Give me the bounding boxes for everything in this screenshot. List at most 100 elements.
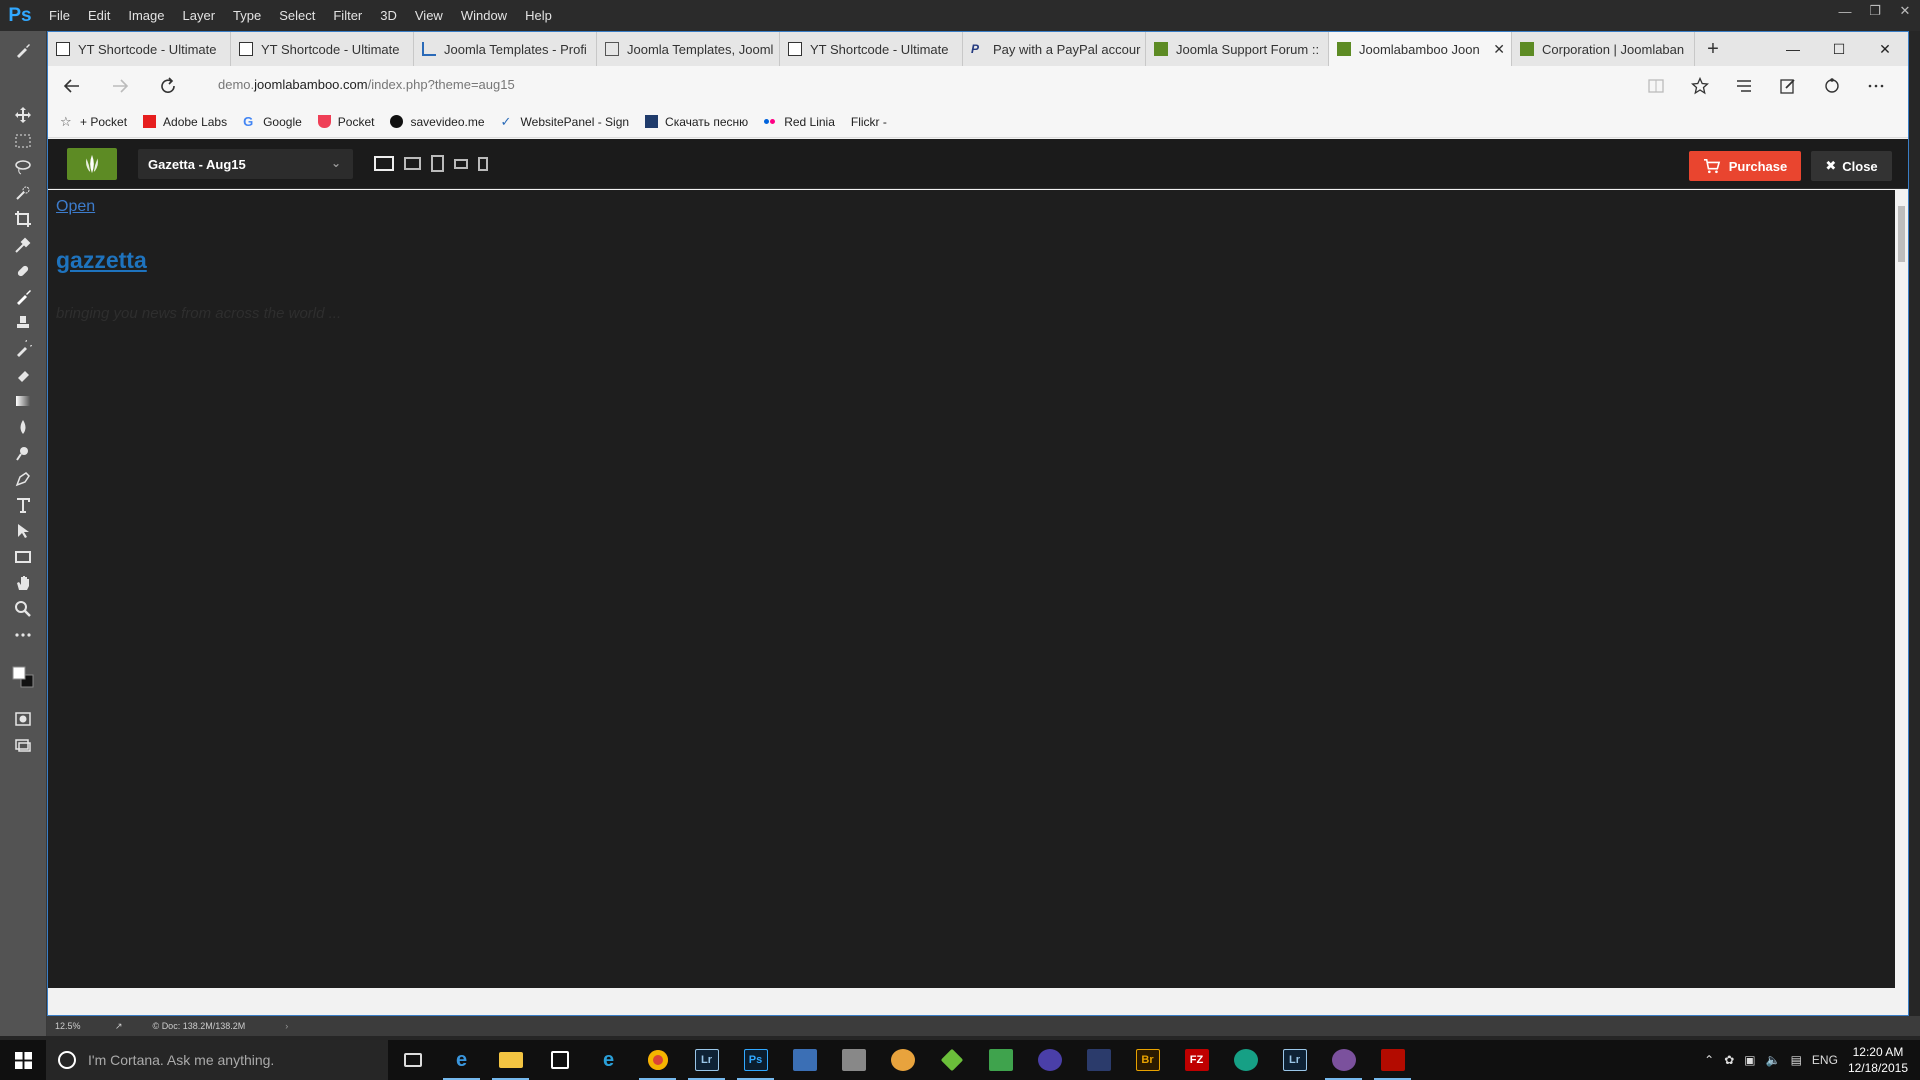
taskbar-lightroom-2[interactable]: Lr (1270, 1040, 1319, 1080)
favorite-savevideo[interactable]: savevideo.me (390, 115, 485, 129)
taskbar-photoshop[interactable]: Ps (731, 1040, 780, 1080)
favorite-flickr[interactable]: Flickr - (851, 115, 887, 129)
hand-tool-icon[interactable] (11, 572, 35, 594)
zoom-tool-icon[interactable] (11, 598, 35, 620)
brush-tool-icon[interactable] (11, 286, 35, 308)
task-view-button[interactable] (388, 1040, 437, 1080)
browser-tab[interactable]: Joomla Support Forum :: (1146, 32, 1329, 66)
taskbar-app[interactable] (780, 1040, 829, 1080)
taskbar-file-explorer[interactable] (486, 1040, 535, 1080)
taskbar-app[interactable] (829, 1040, 878, 1080)
scrollbar-thumb[interactable] (1898, 206, 1905, 262)
address-bar[interactable]: demo.joomlabamboo.com/index.php?theme=au… (218, 77, 515, 92)
favorite-red-linia[interactable]: Red Linia (764, 115, 835, 129)
browser-tab[interactable]: Joomla Templates - Profi (414, 32, 597, 66)
taskbar-edge[interactable]: e (437, 1040, 486, 1080)
menu-file[interactable]: File (40, 8, 79, 23)
taskbar-app[interactable] (1025, 1040, 1074, 1080)
menu-edit[interactable]: Edit (79, 8, 119, 23)
dodge-tool-icon[interactable] (11, 442, 35, 464)
network-icon[interactable]: ▣ (1744, 1053, 1755, 1067)
browser-tab[interactable]: YT Shortcode - Ultimate (780, 32, 963, 66)
menu-3d[interactable]: 3D (371, 8, 406, 23)
taskbar-viber[interactable] (1319, 1040, 1368, 1080)
taskbar-app[interactable] (1074, 1040, 1123, 1080)
tablet-portrait-icon[interactable] (431, 155, 444, 172)
path-selection-tool-icon[interactable] (11, 520, 35, 542)
pen-tool-icon[interactable] (11, 468, 35, 490)
quick-select-tool-icon[interactable] (11, 182, 35, 204)
cortana-search-box[interactable]: I'm Cortana. Ask me anything. (46, 1040, 388, 1080)
share-button[interactable] (1810, 66, 1854, 106)
forward-button[interactable] (96, 66, 144, 106)
clock[interactable]: 12:20 AM 12/18/2015 (1848, 1044, 1908, 1076)
taskbar-lightroom[interactable]: Lr (682, 1040, 731, 1080)
close-icon[interactable]: ✕ (1862, 32, 1908, 66)
phone-view-icon[interactable] (478, 156, 488, 171)
chevron-right-icon[interactable]: › (285, 1021, 288, 1031)
move-tool-icon[interactable] (11, 104, 35, 126)
favorite-adobe-labs[interactable]: Adobe Labs (143, 115, 227, 129)
laptop-view-icon[interactable] (404, 157, 421, 170)
menu-help[interactable]: Help (516, 8, 561, 23)
eyedropper-tool-icon[interactable] (11, 234, 35, 256)
color-swatches-icon[interactable] (11, 659, 35, 697)
taskbar-app[interactable] (878, 1040, 927, 1080)
taskbar-store[interactable] (535, 1040, 584, 1080)
menu-filter[interactable]: Filter (324, 8, 371, 23)
browser-tab[interactable]: Joomla Templates, Jooml (597, 32, 780, 66)
vertical-scrollbar[interactable] (1895, 190, 1908, 988)
screen-mode-icon[interactable] (11, 734, 35, 756)
menu-type[interactable]: Type (224, 8, 270, 23)
web-note-button[interactable] (1766, 66, 1810, 106)
gradient-tool-icon[interactable] (11, 390, 35, 412)
stamp-tool-icon[interactable] (11, 312, 35, 334)
lasso-tool-icon[interactable] (11, 156, 35, 178)
export-icon[interactable]: ↗ (115, 1021, 123, 1032)
open-link[interactable]: Open (56, 198, 95, 216)
site-title-link[interactable]: gazzetta (56, 247, 147, 274)
favorite-button[interactable] (1678, 66, 1722, 106)
crop-tool-icon[interactable] (11, 208, 35, 230)
reading-view-button[interactable] (1634, 66, 1678, 106)
favorite-google[interactable]: G Google (243, 115, 302, 129)
language-indicator[interactable]: ENG (1812, 1053, 1838, 1067)
menu-select[interactable]: Select (270, 8, 324, 23)
horizontal-scrollbar[interactable] (48, 1002, 1896, 1014)
type-tool-icon[interactable] (11, 494, 35, 516)
tablet-landscape-icon[interactable] (454, 158, 468, 169)
minimize-icon[interactable]: — (1830, 0, 1860, 22)
action-center-icon[interactable]: ▤ (1791, 1053, 1802, 1067)
eraser-tool-icon[interactable] (11, 364, 35, 386)
restore-icon[interactable]: ❐ (1860, 0, 1890, 22)
more-button[interactable] (1854, 66, 1898, 106)
menu-view[interactable]: View (406, 8, 452, 23)
taskbar-app[interactable] (1221, 1040, 1270, 1080)
healing-brush-tool-icon[interactable] (11, 260, 35, 282)
taskbar-acrobat[interactable] (1368, 1040, 1417, 1080)
browser-tab[interactable]: Corporation | Joomlaban (1512, 32, 1695, 66)
tray-app-icon[interactable]: ✿ (1724, 1053, 1734, 1067)
menu-image[interactable]: Image (119, 8, 173, 23)
blur-tool-icon[interactable] (11, 416, 35, 438)
theme-select[interactable]: Gazetta - Aug15 ⌄ (138, 149, 353, 179)
maximize-icon[interactable]: ☐ (1816, 32, 1862, 66)
new-tab-button[interactable]: + (1695, 38, 1731, 61)
taskbar-internet-explorer[interactable]: e (584, 1040, 633, 1080)
chevron-up-icon[interactable]: ⌃ (1704, 1053, 1714, 1067)
browser-tab[interactable]: YT Shortcode - Ultimate (231, 32, 414, 66)
favorite-websitepanel[interactable]: ✓ WebsitePanel - Sign (501, 115, 630, 129)
close-icon[interactable]: ✕ (1890, 0, 1920, 22)
taskbar-app[interactable] (976, 1040, 1025, 1080)
taskbar-app[interactable] (927, 1040, 976, 1080)
joomlabamboo-logo[interactable] (67, 148, 117, 180)
taskbar-chrome[interactable] (633, 1040, 682, 1080)
purchase-button[interactable]: Purchase (1689, 151, 1801, 181)
zoom-level[interactable]: 12.5% (55, 1021, 115, 1031)
refresh-button[interactable] (144, 66, 192, 106)
more-tools-icon[interactable] (11, 624, 35, 646)
favorite-add-pocket[interactable]: ☆ + Pocket (60, 115, 127, 129)
browser-tab[interactable]: P Pay with a PayPal accour (963, 32, 1146, 66)
browser-tab[interactable]: YT Shortcode - Ultimate (48, 32, 231, 66)
back-button[interactable] (48, 66, 96, 106)
